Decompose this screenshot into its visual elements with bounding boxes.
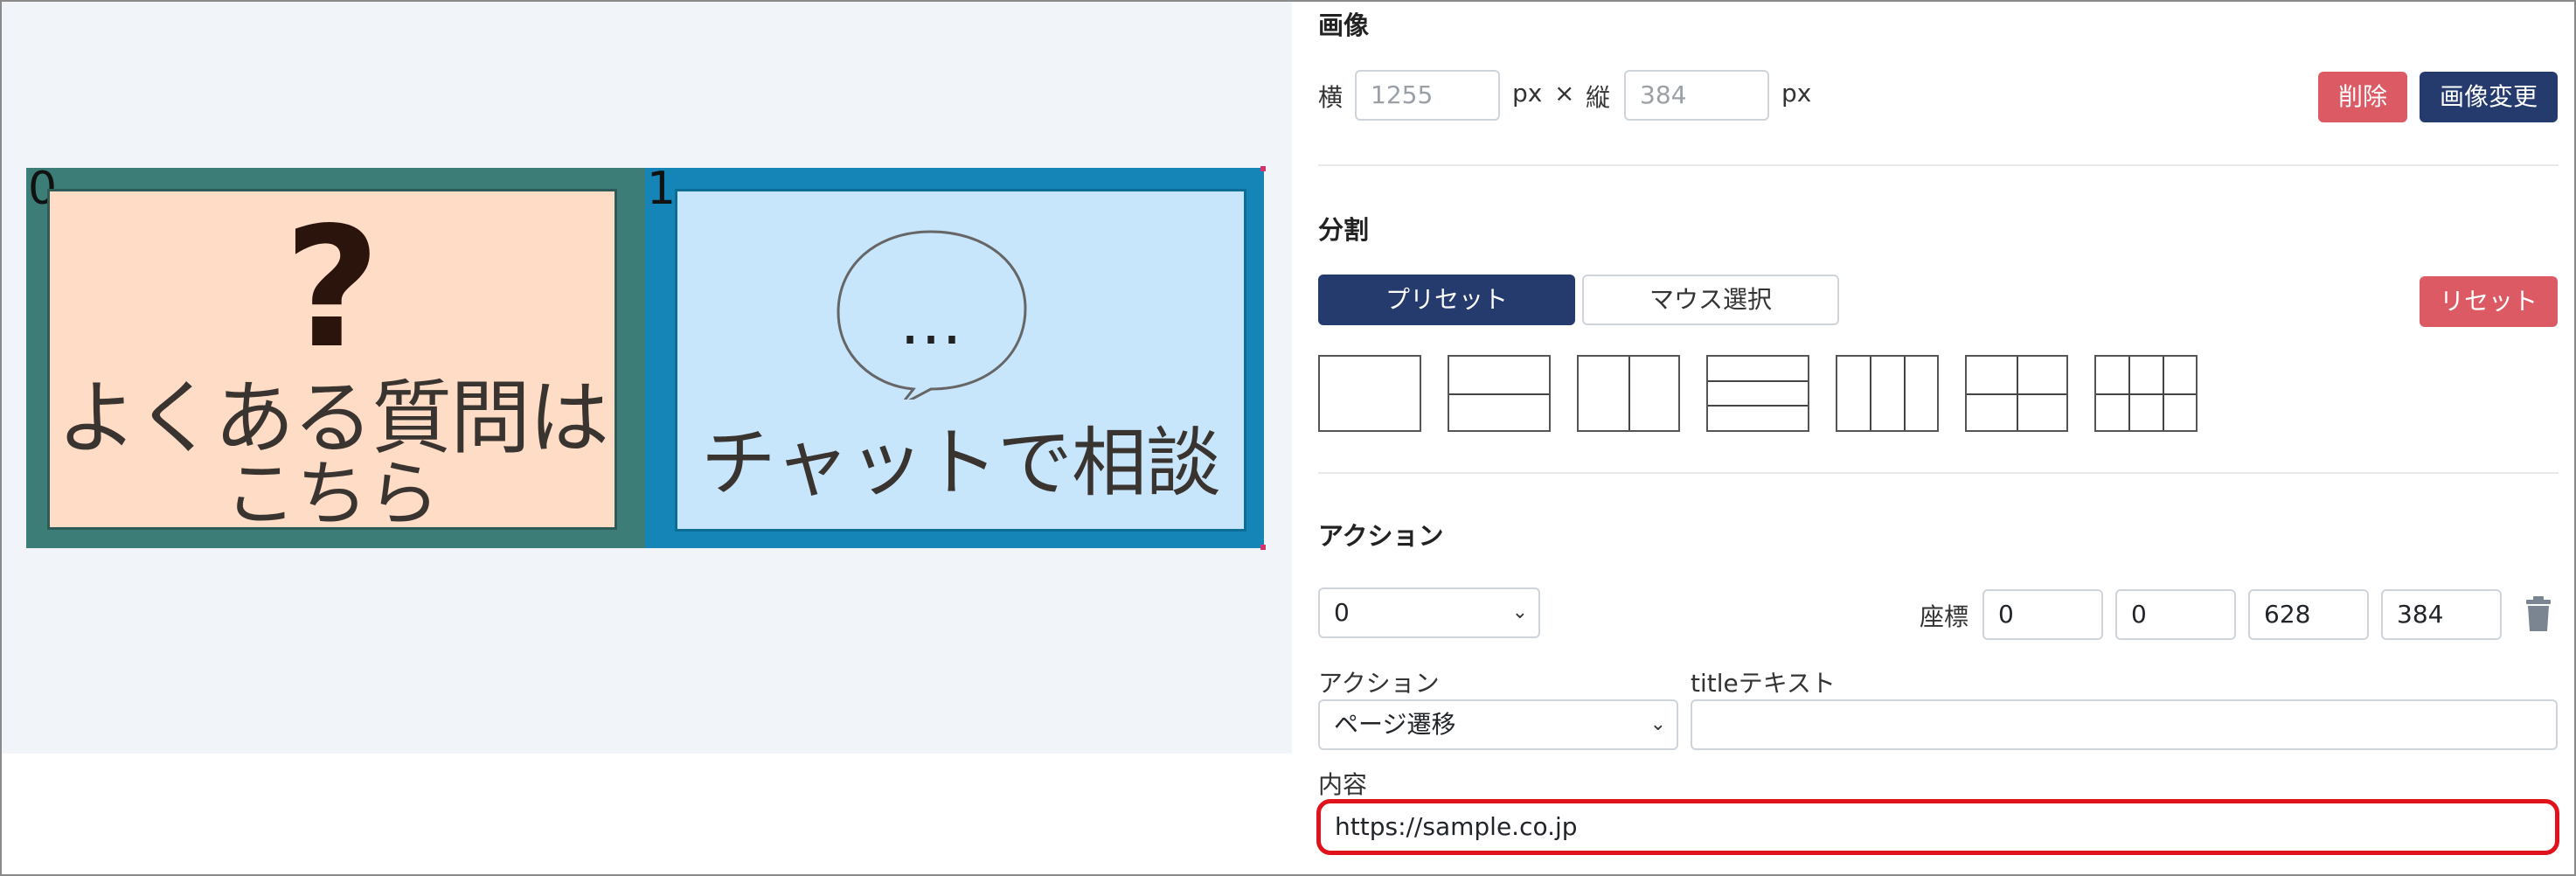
change-image-button[interactable]: 画像変更 <box>2420 72 2558 122</box>
width-unit: px <box>1512 79 1543 108</box>
action-type-select[interactable]: ページ遷移 ⌄ <box>1318 699 1678 750</box>
corner-marker <box>1260 166 1266 171</box>
divider <box>1318 164 2559 166</box>
action-type-label: アクション <box>1318 669 1440 698</box>
faq-panel: ? よくある質問は こちら <box>47 189 617 536</box>
title-text-label: titleテキスト <box>1691 669 1836 698</box>
map-area-0[interactable]: 0 ? よくある質問は こちら <box>26 166 645 548</box>
content-label: 内容 <box>1318 770 1368 799</box>
tab-mouse-select[interactable]: マウス選択 <box>1582 275 1839 325</box>
preset-1x1[interactable] <box>1318 355 1421 432</box>
action-section-title: アクション <box>1318 521 1444 551</box>
map-area-1[interactable]: 1 … チャットで相談 <box>645 163 1264 548</box>
split-section-title: 分割 <box>1318 215 1370 245</box>
faq-text-line1: よくある質問は <box>56 372 609 465</box>
title-text-input[interactable] <box>1691 699 2558 750</box>
coord-x1-input[interactable]: 0 <box>1982 589 2103 640</box>
settings-panel: 画像 横 1255 px × 縦 384 px 削除 画像変更 分割 プリセット… <box>1292 0 2574 876</box>
chat-panel: … チャットで相談 <box>675 189 1246 532</box>
faq-text-line2: こちら <box>224 453 440 536</box>
imagemap-banner: 0 ? よくある質問は こちら 1 … チャットで相談 <box>26 163 1266 550</box>
preset-2-rows[interactable] <box>1448 355 1551 432</box>
image-section-title: 画像 <box>1318 10 1370 40</box>
height-unit: px <box>1781 79 1812 108</box>
action-type-value: ページ遷移 <box>1334 710 1456 739</box>
corner-marker <box>1260 545 1266 550</box>
reset-split-button[interactable]: リセット <box>2420 276 2558 327</box>
area-select[interactable]: 0 ⌄ <box>1318 587 1540 638</box>
preset-3-rows[interactable] <box>1706 355 1809 432</box>
delete-image-button[interactable]: 削除 <box>2318 72 2407 122</box>
coords-label: 座標 <box>1920 602 1969 631</box>
area-index-label: 1 <box>647 163 677 215</box>
content-input[interactable]: https://sample.co.jp <box>1316 799 2559 855</box>
tab-preset[interactable]: プリセット <box>1318 275 1575 325</box>
coord-y1-input[interactable]: 0 <box>2115 589 2236 640</box>
chevron-down-icon: ⌄ <box>1511 601 1528 623</box>
width-label: 横 <box>1318 83 1344 112</box>
width-input[interactable]: 1255 <box>1355 70 1500 121</box>
chevron-down-icon: ⌄ <box>1649 713 1666 735</box>
speech-bubble-icon: … <box>837 230 1027 400</box>
coord-y2-input[interactable]: 384 <box>2381 589 2502 640</box>
trash-icon[interactable] <box>2521 594 2556 633</box>
image-preview-area: 0 ? よくある質問は こちら 1 … チャットで相談 <box>2 2 1292 754</box>
times-sign: × <box>1554 79 1575 108</box>
divider <box>1318 472 2559 474</box>
area-select-value: 0 <box>1334 598 1350 627</box>
preset-2x2[interactable] <box>1965 355 2068 432</box>
preset-3x2[interactable] <box>2094 355 2198 432</box>
height-label: 縦 <box>1586 83 1611 112</box>
preset-2-cols[interactable] <box>1577 355 1680 432</box>
preset-3-cols[interactable] <box>1836 355 1939 432</box>
chat-text: チャットで相談 <box>700 420 1221 507</box>
question-mark-icon: ? <box>283 191 381 385</box>
bubble-ellipsis: … <box>899 285 962 358</box>
coord-x2-input[interactable]: 628 <box>2248 589 2369 640</box>
height-input[interactable]: 384 <box>1624 70 1769 121</box>
